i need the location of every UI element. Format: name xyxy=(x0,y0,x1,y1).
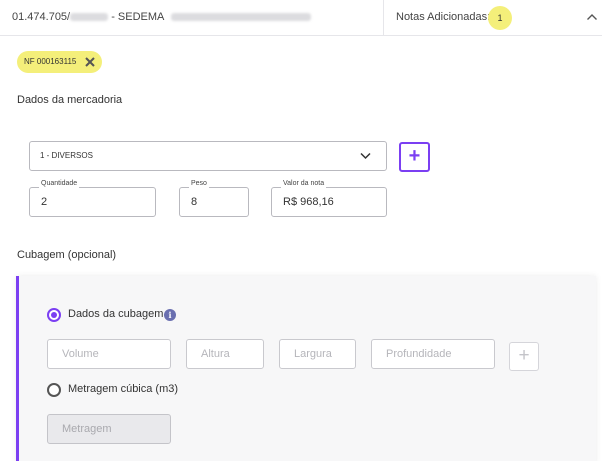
company-info: 01.474.705/ - SEDEMA xyxy=(12,0,311,35)
company-name: - SEDEMA xyxy=(111,11,164,23)
info-icon[interactable]: i xyxy=(164,309,176,321)
header-bar[interactable]: 01.474.705/ - SEDEMA Notas Adicionadas: … xyxy=(0,0,602,36)
mercadoria-select[interactable]: 1 - DIVERSOS xyxy=(29,141,387,171)
add-dimensao-button[interactable]: + xyxy=(509,342,539,371)
plus-icon: + xyxy=(408,145,421,167)
valor-nota-label: Valor da nota xyxy=(281,179,327,188)
redacted-cnpj xyxy=(70,13,109,22)
nf-chip-label: NF 000163115 xyxy=(24,57,77,66)
profundidade-input[interactable]: Profundidade xyxy=(371,339,495,369)
redacted-company-name xyxy=(170,13,311,22)
metragem-input[interactable]: Metragem xyxy=(47,414,171,444)
altura-input[interactable]: Altura xyxy=(186,339,264,369)
notas-adicionadas-label: Notas Adicionadas: xyxy=(396,11,491,23)
chevron-down-icon xyxy=(360,152,371,160)
quantidade-label: Quantidade xyxy=(39,179,80,188)
largura-input[interactable]: Largura xyxy=(279,339,356,369)
nf-chip: NF 000163115 xyxy=(17,51,103,73)
header-divider xyxy=(383,0,384,35)
metragem-cubica-label: Metragem cúbica (m3) xyxy=(68,383,179,395)
valor-nota-field[interactable]: R$ 968,16 xyxy=(271,187,387,217)
volume-input[interactable]: Volume xyxy=(47,339,171,369)
mercadoria-title: Dados da mercadoria xyxy=(17,94,123,106)
metragem-cubica-radio[interactable] xyxy=(47,383,61,397)
peso-label: Peso xyxy=(189,179,209,188)
plus-icon: + xyxy=(518,345,530,366)
close-icon[interactable] xyxy=(83,55,97,69)
cubagem-title: Cubagem (opcional) xyxy=(17,249,117,261)
peso-field[interactable]: 8 xyxy=(179,187,249,217)
notas-count-badge: 1 xyxy=(488,6,512,30)
company-cnpj: 01.474.705/ xyxy=(12,11,71,23)
quantidade-field[interactable]: 2 xyxy=(29,187,156,217)
mercadoria-select-value: 1 - DIVERSOS xyxy=(40,151,93,160)
add-mercadoria-button[interactable]: + xyxy=(399,142,430,172)
dados-cubagem-label: Dados da cubagem xyxy=(68,308,164,320)
dados-cubagem-radio[interactable] xyxy=(47,308,61,322)
chevron-up-icon[interactable] xyxy=(586,12,598,22)
